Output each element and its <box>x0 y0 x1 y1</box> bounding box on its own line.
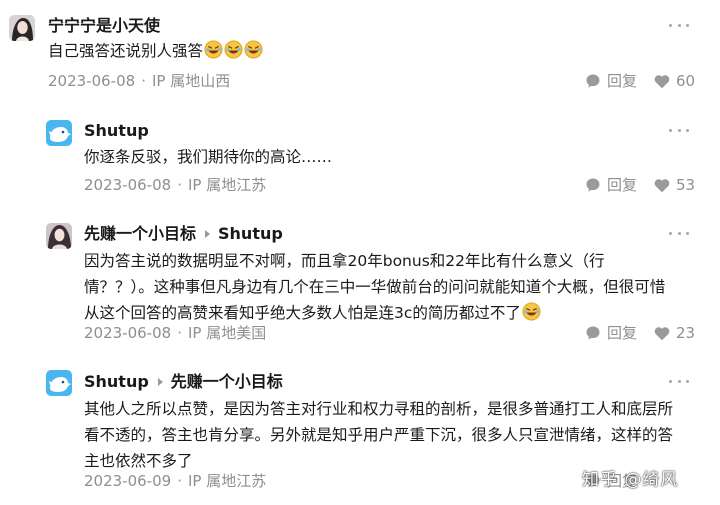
comment-date: 2023-06-09 <box>84 472 172 490</box>
comment-text: 因为答主说的数据明显不对啊，而且拿20年bonus和22年比有什么意义（行 情？… <box>84 252 666 322</box>
like-count: 60 <box>676 72 696 90</box>
laughing-emoji-icon <box>244 40 263 59</box>
comment-meta: 2023-06-09 · IP 属地江苏 <box>84 472 267 490</box>
comment-author: 先赚一个小目标 Shutup <box>84 223 283 245</box>
comment-date: 2023-06-08 <box>48 72 136 90</box>
avatar[interactable] <box>46 370 72 396</box>
comment-author: 宁宁宁是小天使 <box>48 15 160 37</box>
comment-meta: 2023-06-08 · IP 属地山西 <box>48 72 231 90</box>
like-count: 23 <box>676 324 696 342</box>
heart-icon <box>654 326 670 340</box>
author-name[interactable]: Shutup <box>84 371 149 393</box>
reply-bubble-icon <box>586 326 600 340</box>
author-name[interactable]: 宁宁宁是小天使 <box>48 15 160 37</box>
author-name[interactable]: 先赚一个小目标 <box>84 223 196 245</box>
comment-author: Shutup 先赚一个小目标 <box>84 371 283 393</box>
comment-meta: 2023-06-08 · IP 属地江苏 <box>84 176 267 194</box>
reply-to-arrow-icon <box>157 378 163 386</box>
more-options-icon[interactable] <box>669 120 689 140</box>
ip-location: IP 属地江苏 <box>187 472 267 490</box>
comment-date: 2023-06-08 <box>84 176 172 194</box>
reply-to-name[interactable]: Shutup <box>218 223 283 245</box>
avatar[interactable] <box>46 120 72 146</box>
more-options-icon[interactable] <box>669 15 689 35</box>
heart-icon <box>654 178 670 192</box>
portrait-avatar-icon <box>9 15 35 41</box>
reply-label: 回复 <box>607 176 638 194</box>
comment-meta: 2023-06-08 · IP 属地美国 <box>84 324 267 342</box>
reply-label: 回复 <box>607 72 638 90</box>
ip-location: IP 属地山西 <box>151 72 231 90</box>
laughing-emoji-icon <box>522 302 541 321</box>
author-name[interactable]: Shutup <box>84 120 149 142</box>
watermark: 知乎 @绮风 <box>582 470 679 490</box>
more-options-icon[interactable] <box>669 371 689 391</box>
reply-button[interactable]: 回复 <box>585 322 637 344</box>
reply-to-name[interactable]: 先赚一个小目标 <box>171 371 283 393</box>
like-button[interactable]: 53 <box>654 174 695 196</box>
more-options-icon[interactable] <box>669 223 689 243</box>
reply-bubble-icon <box>586 74 600 88</box>
comment-author: Shutup <box>84 120 149 142</box>
reply-bubble-icon <box>586 178 600 192</box>
comment-text: 其他人之所以点赞，是因为答主对行业和权力寻租的剖析，是很多普通打工人和底层所 看… <box>84 400 674 470</box>
comment-text: 你逐条反驳，我们期待你的高论…… <box>84 148 333 166</box>
ip-location: IP 属地美国 <box>187 324 267 342</box>
avatar[interactable] <box>46 223 72 249</box>
like-button[interactable]: 23 <box>654 322 695 344</box>
comment-text: 自己强答还说别人强答 <box>48 38 263 64</box>
reply-button[interactable]: 回复 <box>585 70 637 92</box>
bird-avatar-icon <box>46 120 72 146</box>
reply-button[interactable]: 回复 <box>585 174 637 196</box>
reply-label: 回复 <box>607 324 638 342</box>
ip-location: IP 属地江苏 <box>187 176 267 194</box>
avatar[interactable] <box>9 15 35 41</box>
portrait-avatar-icon <box>46 223 72 249</box>
like-count: 53 <box>676 176 696 194</box>
laughing-emoji-icon <box>204 40 223 59</box>
heart-icon <box>654 74 670 88</box>
bird-avatar-icon <box>46 370 72 396</box>
comment-date: 2023-06-08 <box>84 324 172 342</box>
like-button[interactable]: 60 <box>654 70 695 92</box>
laughing-emoji-icon <box>224 40 243 59</box>
reply-to-arrow-icon <box>205 230 211 238</box>
